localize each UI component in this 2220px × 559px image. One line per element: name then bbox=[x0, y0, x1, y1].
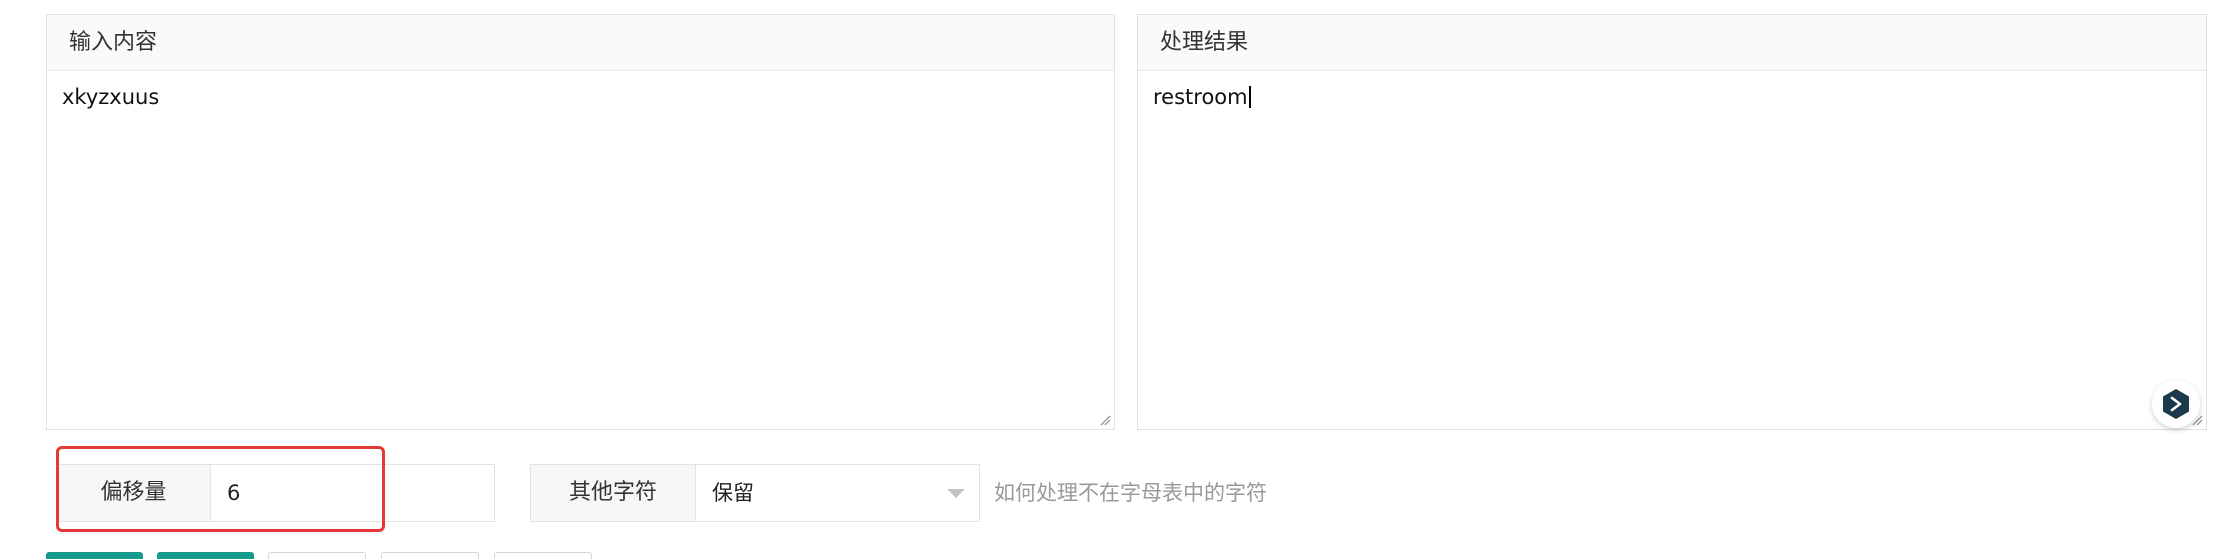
ai-assistant-icon[interactable] bbox=[2152, 380, 2200, 428]
primary-button-2[interactable] bbox=[157, 552, 254, 559]
input-panel: 输入内容 xkyzxuus bbox=[46, 14, 1115, 430]
offset-label: 偏移量 bbox=[56, 464, 210, 522]
other-chars-label: 其他字符 bbox=[530, 464, 695, 522]
output-panel-title: 处理结果 bbox=[1138, 15, 2206, 71]
other-chars-field: 其他字符 保留 bbox=[530, 464, 980, 522]
other-chars-selected: 保留 bbox=[712, 481, 754, 505]
output-text: restroom bbox=[1153, 85, 1248, 109]
default-button-1[interactable] bbox=[268, 552, 366, 559]
resize-grip-icon[interactable] bbox=[1099, 414, 1111, 426]
offset-field: 偏移量 6 bbox=[56, 464, 495, 522]
output-panel: 处理结果 restroom bbox=[1137, 14, 2207, 430]
hexagon-logo-icon bbox=[2163, 389, 2189, 419]
other-chars-select[interactable]: 保留 bbox=[695, 464, 980, 522]
text-caret bbox=[1248, 86, 1251, 108]
input-panel-title: 输入内容 bbox=[47, 15, 1114, 71]
primary-button-1[interactable] bbox=[46, 552, 143, 559]
input-textarea[interactable]: xkyzxuus bbox=[47, 71, 1114, 429]
offset-input[interactable]: 6 bbox=[210, 464, 495, 522]
caesar-cipher-tool: 输入内容 xkyzxuus 处理结果 restroom 偏移量 6 其他字符 保… bbox=[0, 0, 2220, 559]
default-button-2[interactable] bbox=[381, 552, 479, 559]
chevron-down-icon bbox=[947, 489, 965, 498]
input-text: xkyzxuus bbox=[62, 85, 160, 109]
output-textarea[interactable]: restroom bbox=[1138, 71, 2206, 429]
default-button-3[interactable] bbox=[494, 552, 592, 559]
other-chars-hint: 如何处理不在字母表中的字符 bbox=[994, 481, 1267, 505]
